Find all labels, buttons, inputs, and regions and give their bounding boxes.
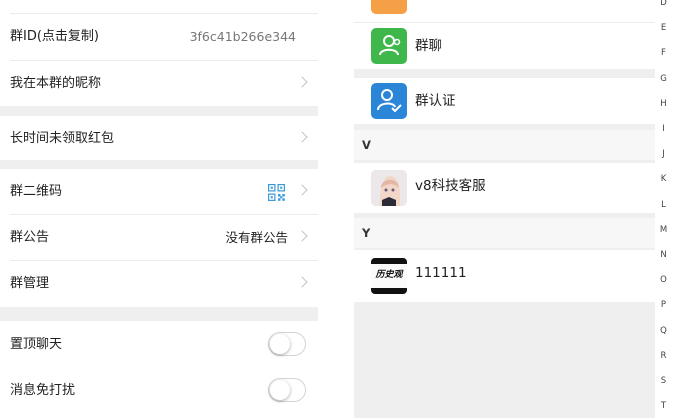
- index-letter[interactable]: G: [655, 74, 672, 84]
- mute-toggle[interactable]: [268, 378, 306, 402]
- alphabet-index-bar[interactable]: D E F G H I J K L M N O P Q R S T: [655, 0, 676, 418]
- chevron-right-icon: [296, 276, 308, 288]
- unclaimed-red-packets-row[interactable]: 长时间未领取红包: [0, 116, 318, 162]
- management-label: 群管理: [10, 276, 50, 291]
- index-letter[interactable]: L: [655, 200, 672, 210]
- my-nickname-label: 我在本群的昵称: [10, 76, 102, 91]
- contact-row-partial[interactable]: [354, 0, 655, 22]
- orange-app-icon: [371, 0, 407, 14]
- index-letter[interactable]: Q: [655, 326, 672, 336]
- management-row[interactable]: 群管理: [0, 261, 318, 307]
- chevron-right-icon: [296, 230, 308, 242]
- index-letter[interactable]: N: [655, 250, 672, 260]
- contacts-panel: 群聊 群认证 V v8科技客服 Y 历史观 111111: [354, 0, 655, 418]
- index-letter[interactable]: E: [655, 23, 672, 33]
- index-letter[interactable]: K: [655, 174, 672, 184]
- group-qrcode-row[interactable]: 群二维码: [0, 169, 318, 215]
- announcement-label: 群公告: [10, 230, 50, 245]
- qrcode-icon: [268, 184, 285, 201]
- section-gap: [0, 307, 318, 321]
- index-letter[interactable]: I: [655, 124, 672, 134]
- contact-row[interactable]: 历史观 111111: [354, 250, 655, 302]
- section-header-y: Y: [354, 218, 655, 248]
- index-letter[interactable]: P: [655, 300, 672, 310]
- group-chat-row[interactable]: 群聊: [354, 23, 655, 69]
- contact-name: 111111: [415, 265, 467, 281]
- settings-row-partial: [0, 0, 318, 12]
- group-verify-label: 群认证: [415, 93, 456, 109]
- anime-girl-avatar: [371, 170, 407, 206]
- index-letter[interactable]: M: [655, 225, 672, 235]
- mute-label: 消息免打扰: [10, 383, 76, 398]
- history-avatar: 历史观: [371, 258, 407, 294]
- group-verify-row[interactable]: 群认证: [354, 78, 655, 124]
- index-letter[interactable]: T: [655, 401, 672, 411]
- section-gap: [0, 106, 318, 116]
- section-header-letter: Y: [362, 226, 371, 240]
- chevron-right-icon: [296, 76, 308, 88]
- my-nickname-row[interactable]: 我在本群的昵称: [0, 61, 318, 107]
- announcement-row[interactable]: 群公告 没有群公告: [0, 215, 318, 261]
- index-letter[interactable]: J: [655, 149, 672, 159]
- toggle-knob: [270, 334, 290, 354]
- index-letter[interactable]: D: [655, 0, 672, 8]
- avatar-text: 历史观: [375, 270, 403, 280]
- group-settings-panel: 群ID(点击复制) 3f6c41b266e344 我在本群的昵称 长时间未领取红…: [0, 0, 318, 418]
- group-qrcode-label: 群二维码: [10, 184, 63, 199]
- toggle-knob: [270, 380, 290, 400]
- section-header-letter: V: [362, 138, 371, 152]
- index-letter[interactable]: R: [655, 351, 672, 361]
- chevron-right-icon: [296, 184, 308, 196]
- unclaimed-red-packets-label: 长时间未领取红包: [10, 131, 115, 146]
- group-id-value[interactable]: 3f6c41b266e344: [190, 14, 296, 60]
- announcement-value: 没有群公告: [225, 230, 288, 245]
- group-verify-icon: [371, 83, 407, 119]
- pin-chat-label: 置顶聊天: [10, 337, 63, 352]
- group-chat-icon: [371, 28, 407, 64]
- section-header-v: V: [354, 130, 655, 160]
- mute-row: 消息免打扰: [0, 368, 318, 414]
- index-letter[interactable]: O: [655, 275, 672, 285]
- index-letter[interactable]: S: [655, 376, 672, 386]
- group-id-row[interactable]: 群ID(点击复制) 3f6c41b266e344: [0, 14, 318, 60]
- index-letter[interactable]: H: [655, 99, 672, 109]
- group-chat-label: 群聊: [415, 38, 442, 54]
- pin-chat-toggle[interactable]: [268, 332, 306, 356]
- group-id-label: 群ID(点击复制): [10, 29, 99, 44]
- contact-name: v8科技客服: [415, 178, 486, 194]
- contact-row[interactable]: v8科技客服: [354, 163, 655, 213]
- pin-chat-row: 置顶聊天: [0, 322, 318, 368]
- index-letter[interactable]: F: [655, 48, 672, 58]
- chevron-right-icon: [296, 131, 308, 143]
